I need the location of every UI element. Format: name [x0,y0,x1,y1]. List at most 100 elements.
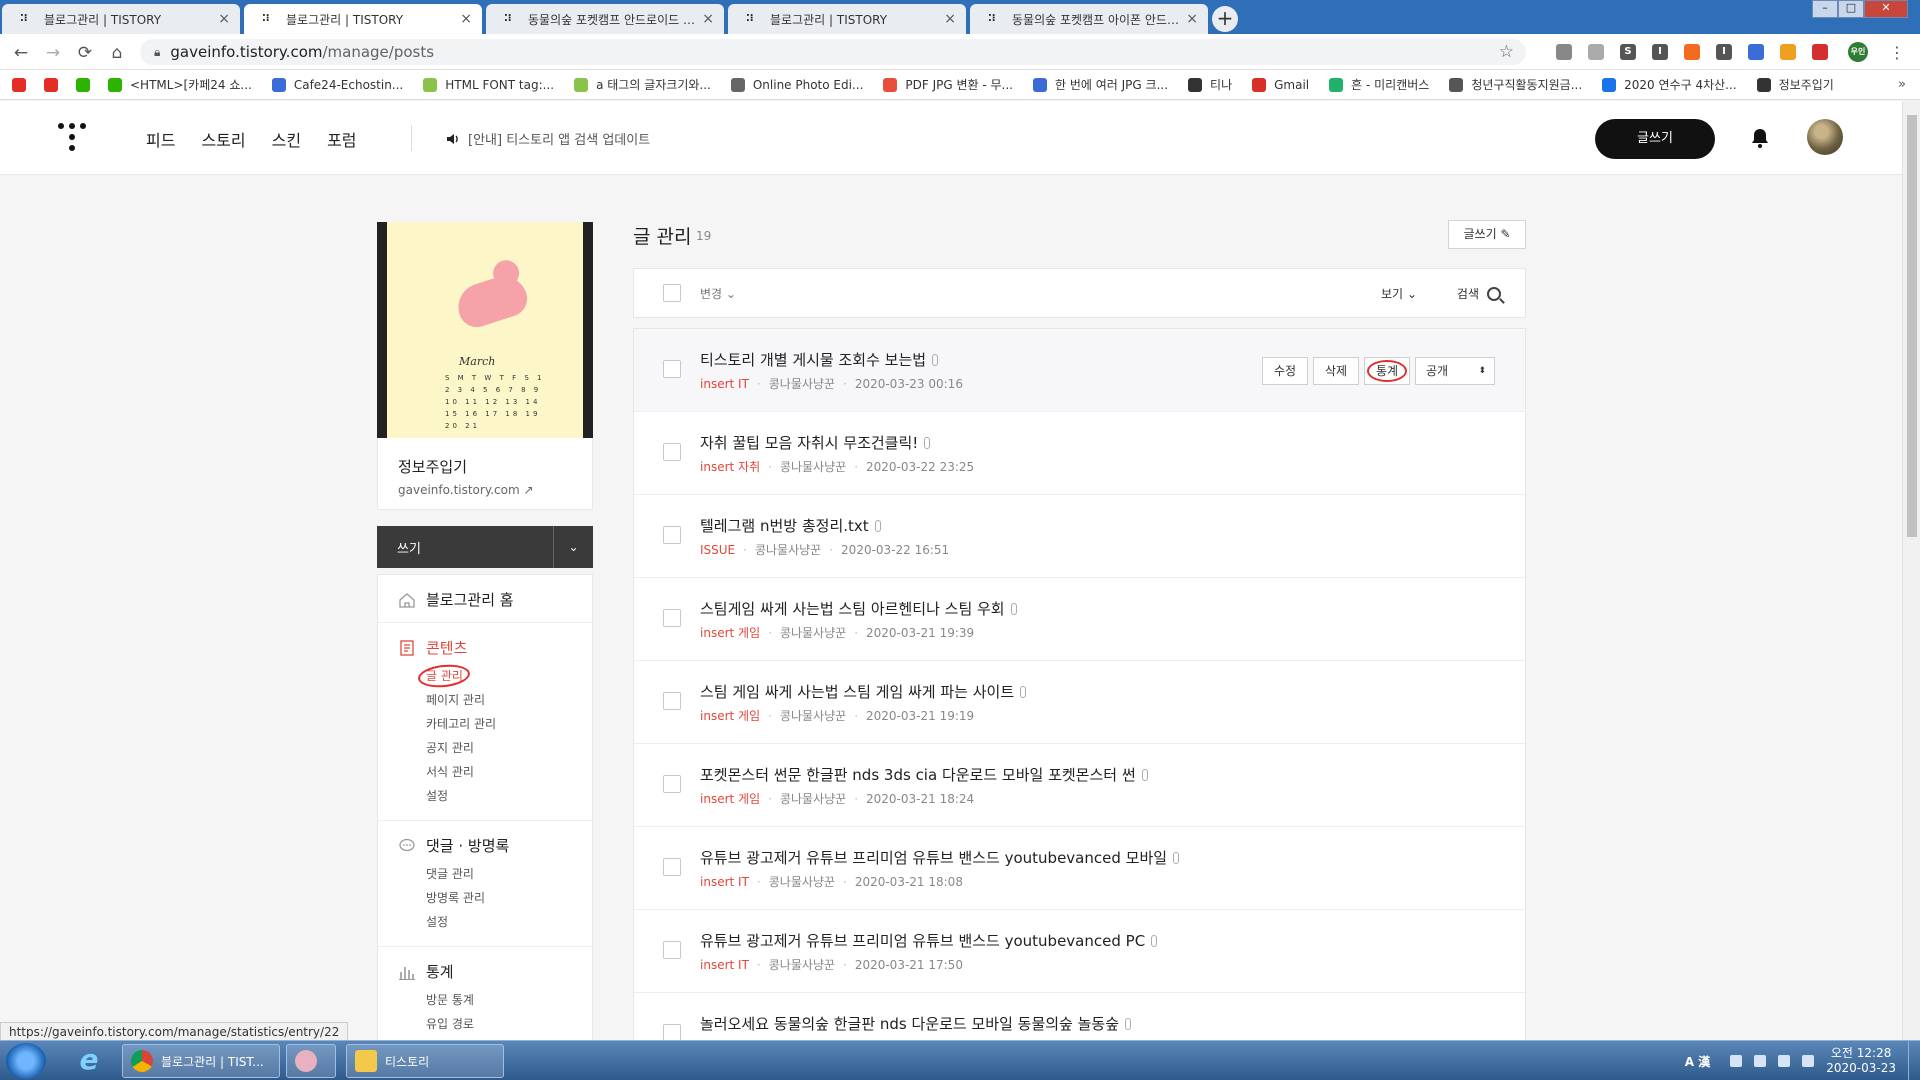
internet-explorer-icon[interactable]: e [72,1045,106,1077]
nav-skin[interactable]: 스킨 [272,127,301,151]
blog-thumbnail[interactable]: March S M T W T F S 1 2 3 4 5 6 7 8 9 10… [377,222,593,438]
tistory-logo-icon[interactable] [58,123,86,153]
post-row[interactable]: 스팀게임 싸게 사는법 스팀 아르헨티나 스팀 우회 insert 게임 · 콩나물사… [634,578,1525,661]
extension-icon[interactable] [1684,44,1700,60]
notice-banner[interactable]: [안내] 티스토리 앱 검색 업데이트 [446,129,650,148]
post-row[interactable]: 티스토리 개별 게시물 조회수 보는법 insert IT · 콩나물사냥꾼 · 2020… [634,329,1525,412]
post-category[interactable]: ISSUE [700,543,735,557]
sidebar-item-page-manage[interactable]: 페이지 관리 [426,688,592,712]
post-title-link[interactable]: 자취 꿀팁 모음 자취시 무조건클릭! [700,432,931,453]
post-checkbox[interactable] [663,941,681,959]
post-category[interactable]: insert IT [700,377,749,391]
post-title-link[interactable]: 유튜브 광고제거 유튜브 프리미엄 유튜브 밴스드 youtubevanced … [700,930,1158,951]
clock[interactable]: 오전 12:28 2020-03-23 [1826,1046,1896,1076]
url-input[interactable]: 🔒︎ gaveinfo.tistory.com/manage/posts ☆ [140,39,1526,65]
bookmark-star-icon[interactable]: ☆ [1499,42,1514,62]
page-scrollbar[interactable] [1902,101,1920,1040]
home-button[interactable]: ⌂ [106,42,128,64]
extension-icon[interactable] [1556,44,1572,60]
post-checkbox[interactable] [663,360,681,378]
post-category[interactable]: insert IT [700,875,749,889]
post-title-link[interactable]: 유튜브 광고제거 유튜브 프리미엄 유튜브 밴스드 youtubevanced … [700,847,1180,868]
bookmark-item[interactable]: Cafe24-Echostin... [271,77,403,92]
search-button[interactable]: 검색 [1457,285,1501,302]
taskbar-explorer[interactable]: 티스토리 [346,1044,504,1078]
post-row[interactable]: 스팀 게임 싸게 사는법 스팀 게임 싸게 파는 사이트 insert 게임 · 콩나… [634,661,1525,744]
sidebar-item-comment-manage[interactable]: 댓글 관리 [426,862,592,886]
new-tab-button[interactable]: + [1212,6,1238,32]
select-all-checkbox[interactable] [663,284,681,302]
bookmark-item[interactable] [76,77,98,92]
sidebar-item-notice-manage[interactable]: 공지 관리 [426,736,592,760]
tab-close-icon[interactable]: × [702,11,714,27]
browser-tab-5[interactable]: ⁚⁝ 동물의숲 포켓캠프 아이폰 안드로이드 × [970,4,1208,34]
profile-avatar[interactable]: 우인 [1848,42,1868,62]
post-category[interactable]: insert 게임 [700,792,760,806]
post-row[interactable]: 텔레그램 n번방 총정리.txt ISSUE · 콩나물사냥꾼 · 2020-03-22 … [634,495,1525,578]
back-button[interactable]: ← [10,42,32,64]
blog-name[interactable]: 정보주입기 [398,456,592,477]
show-desktop-button[interactable] [1908,1041,1920,1080]
post-category[interactable]: insert 게임 [700,709,760,723]
post-title-link[interactable]: 놀러오세요 동물의숲 한글판 nds 다운로드 모바일 동물의숲 놀동숲 [700,1013,1132,1034]
post-title-link[interactable]: 스팀 게임 싸게 사는법 스팀 게임 싸게 파는 사이트 [700,681,1027,702]
bulk-change-dropdown[interactable]: 변경 ⌄ [700,285,736,302]
bookmark-item[interactable]: <HTML>[카페24 쇼... [108,76,252,93]
tray-arrow-icon[interactable] [1730,1055,1743,1067]
browser-tab-1[interactable]: ⁚⁝ 블로그관리 | TISTORY × [2,4,240,34]
taskbar-chrome[interactable]: 블로그관리 | TIST... [122,1044,280,1078]
bookmark-item[interactable]: PDF JPG 변환 - 무... [883,76,1013,93]
chevron-down-icon[interactable]: ⌄ [553,526,593,568]
sidebar-item-contents-settings[interactable]: 설정 [426,784,592,808]
browser-tab-4[interactable]: ⁚⁝ 블로그관리 | TISTORY × [728,4,966,34]
post-checkbox[interactable] [663,775,681,793]
header-write-button[interactable]: 글쓰기 [1595,119,1715,159]
tab-close-icon[interactable]: × [460,11,472,27]
nav-feed[interactable]: 피드 [146,127,175,151]
sidebar-item-guestbook-manage[interactable]: 방명록 관리 [426,886,592,910]
bookmark-item[interactable]: 흔 - 미리캔버스 [1329,76,1429,93]
post-row[interactable]: 유튜브 광고제거 유튜브 프리미엄 유튜브 밴스드 youtubevanced … [634,827,1525,910]
bookmark-item[interactable]: a 태그의 글자크기와... [574,76,711,93]
sidebar-write-button[interactable]: 쓰기 ⌄ [377,526,593,568]
bookmark-item[interactable]: 청년구직활동지원금... [1449,76,1582,93]
sidebar-item-template-manage[interactable]: 서식 관리 [426,760,592,784]
sidebar-item-home[interactable]: 블로그관리 홈 [398,589,592,610]
nav-story[interactable]: 스토리 [201,127,245,151]
bookmark-item[interactable]: 2020 연수구 4차산... [1602,76,1737,93]
post-checkbox[interactable] [663,858,681,876]
write-post-button[interactable]: 글쓰기 ✎ [1448,220,1526,249]
sidebar-item-contents[interactable]: 콘텐츠 [398,637,592,658]
post-checkbox[interactable] [663,609,681,627]
post-title-link[interactable]: 텔레그램 n번방 총정리.txt [700,515,881,536]
post-title-link[interactable]: 스팀게임 싸게 사는법 스팀 아르헨티나 스팀 우회 [700,598,1017,619]
post-category[interactable]: insert IT [700,958,749,972]
bookmark-item[interactable]: 정보주입기 [1756,76,1834,93]
reload-button[interactable]: ⟳ [74,42,96,64]
ime-indicator[interactable]: A 漢 [1685,1053,1710,1070]
sidebar-item-referrer[interactable]: 유입 경로 [426,1012,592,1036]
post-row[interactable]: 자취 꿀팁 모음 자취시 무조건클릭! insert 자취 · 콩나물사냥꾼 · 2020… [634,412,1525,495]
bookmark-item[interactable]: 한 번에 여러 JPG 크... [1033,76,1168,93]
post-title-link[interactable]: 포켓몬스터 썬문 한글판 nds 3ds cia 다운로드 모바일 포켓몬스터 … [700,764,1148,785]
post-category[interactable]: insert 자취 [700,460,760,474]
sidebar-item-comments[interactable]: 댓글 · 방명록 [398,835,592,856]
extension-icon[interactable] [1780,44,1796,60]
bookmark-item[interactable] [44,77,66,92]
bookmark-item[interactable]: HTML FONT tag:... [423,77,554,92]
post-row[interactable]: 유튜브 광고제거 유튜브 프리미엄 유튜브 밴스드 youtubevanced … [634,910,1525,993]
minimize-button[interactable]: – [1812,0,1838,18]
nav-forum[interactable]: 포럼 [327,127,356,151]
close-window-button[interactable]: ✕ [1864,0,1908,18]
bookmark-item[interactable]: Gmail [1252,77,1309,92]
browser-tab-3[interactable]: ⁚⁝ 동물의숲 포켓캠프 안드로이드 아이폰 × [486,4,724,34]
tab-close-icon[interactable]: × [218,11,230,27]
forward-button[interactable]: → [42,42,64,64]
user-avatar[interactable] [1807,119,1843,155]
taskbar-app-2[interactable] [286,1044,336,1078]
post-title-link[interactable]: 티스토리 개별 게시물 조회수 보는법 [700,349,939,370]
stats-button[interactable]: 통계 [1364,357,1410,385]
post-checkbox[interactable] [663,692,681,710]
extension-icon[interactable] [1812,44,1828,60]
bookmark-item[interactable]: 티나 [1188,76,1232,93]
